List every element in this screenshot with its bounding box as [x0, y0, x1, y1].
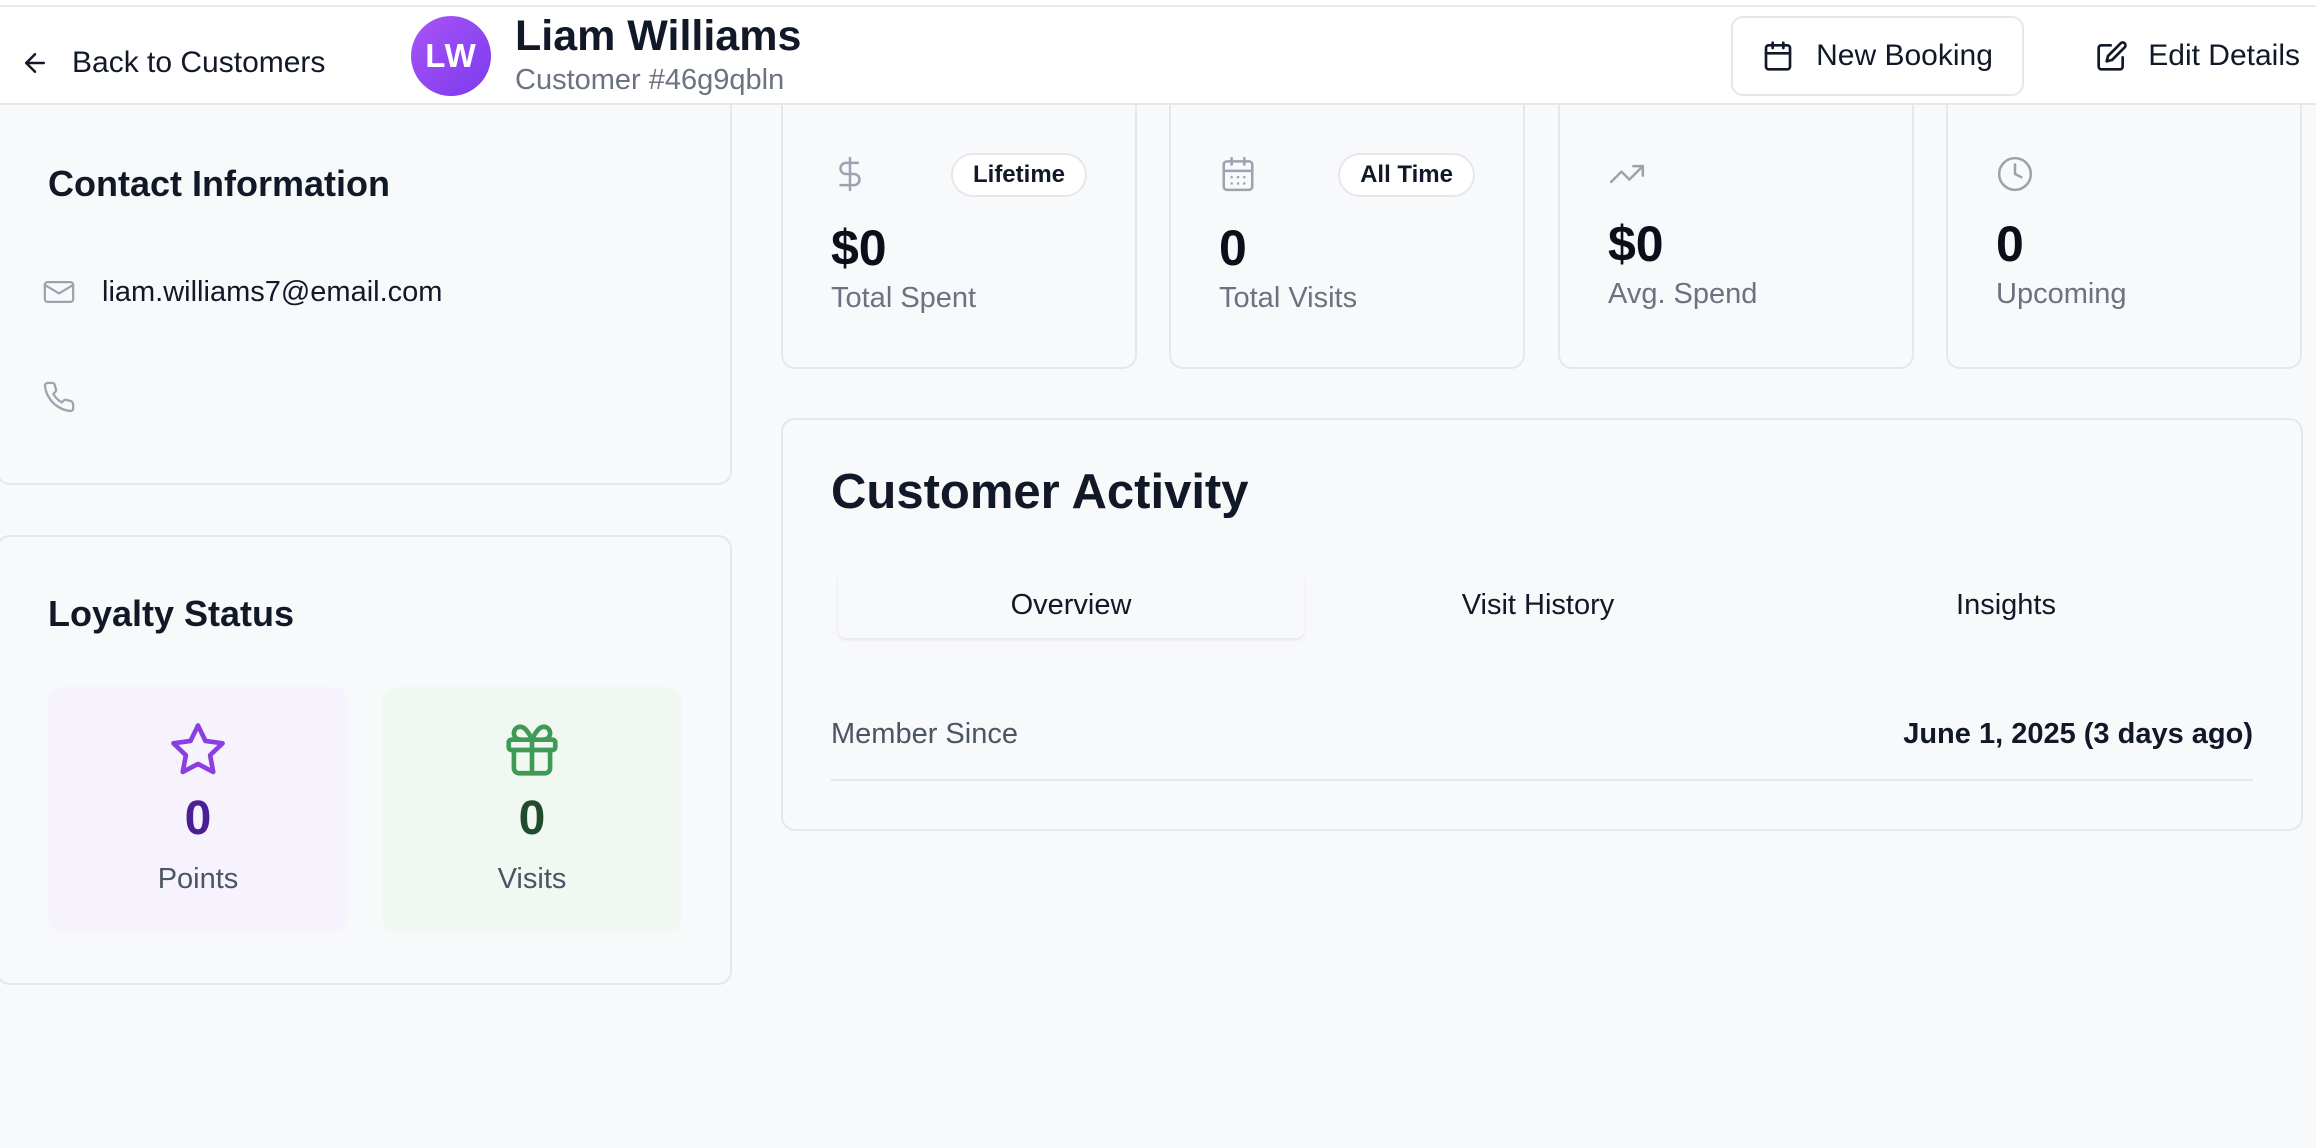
calendar-icon — [1764, 41, 1792, 71]
customer-id: Customer #46g9qbln — [515, 64, 785, 96]
stat-card-upcoming: 0 Upcoming — [1946, 105, 2302, 369]
tab-overview[interactable]: Overview — [838, 572, 1304, 638]
stat-card-avg-spend: $0 Avg. Spend — [1558, 105, 1914, 369]
trending-up-icon — [1609, 164, 1645, 184]
visits-label: Visits — [497, 863, 567, 895]
edit-icon — [2097, 41, 2128, 71]
member-since-value: June 1, 2025 (3 days ago) — [1903, 718, 2253, 750]
stat-badge: Lifetime — [950, 153, 1087, 197]
stat-value: $0 — [831, 220, 887, 276]
stat-label: Total Visits — [1219, 282, 1358, 314]
divider — [831, 779, 2253, 781]
stat-value: 0 — [1219, 220, 1247, 276]
points-label: Points — [157, 863, 239, 895]
contact-phone-row — [42, 380, 102, 414]
calendar-icon — [1222, 156, 1254, 192]
loyalty-status-card: Loyalty Status 0 Points 0 Visits — [0, 535, 732, 985]
loyalty-points-box: 0 Points — [48, 687, 348, 932]
loyalty-visits-box: 0 Visits — [382, 687, 682, 932]
arrow-left-icon — [25, 53, 45, 73]
contact-email-row: liam.williams7@email.com — [42, 275, 442, 309]
clock-icon — [1997, 156, 2033, 192]
stat-label: Total Spent — [831, 282, 977, 314]
customer-activity-card: Customer Activity Overview Visit History… — [781, 418, 2303, 831]
new-booking-button[interactable]: New Booking — [1731, 16, 2024, 96]
gift-icon — [506, 724, 558, 776]
tab-insights[interactable]: Insights — [1773, 572, 2239, 638]
stat-card-total-spent: Lifetime $0 Total Spent — [781, 105, 1137, 369]
stat-label: Avg. Spend — [1608, 278, 1758, 310]
avatar: LW — [411, 16, 491, 96]
edit-details-label: Edit Details — [2148, 39, 2300, 72]
phone-icon — [43, 381, 75, 413]
stat-value: $0 — [1608, 216, 1664, 272]
page-header: Back to Customers LW Liam Williams Custo… — [0, 7, 2316, 105]
loyalty-title: Loyalty Status — [48, 593, 295, 634]
visits-value: 0 — [518, 792, 546, 845]
dollar-icon — [839, 156, 861, 192]
back-label: Back to Customers — [72, 46, 326, 79]
tab-visit-history[interactable]: Visit History — [1305, 572, 1771, 638]
contact-title: Contact Information — [48, 163, 390, 204]
mail-icon — [43, 280, 75, 304]
contact-information-card: Contact Information liam.williams7@email… — [0, 105, 732, 485]
edit-details-button[interactable]: Edit Details — [2055, 16, 2300, 96]
stat-label: Upcoming — [1996, 278, 2127, 310]
new-booking-label: New Booking — [1816, 39, 1993, 72]
points-value: 0 — [184, 792, 212, 845]
customer-name: Liam Williams — [515, 12, 802, 60]
contact-email[interactable]: liam.williams7@email.com — [102, 276, 442, 309]
member-since-label: Member Since — [831, 718, 1018, 750]
avatar-initials: LW — [425, 37, 477, 74]
stat-value: 0 — [1996, 216, 2024, 272]
activity-title: Customer Activity — [831, 465, 1249, 519]
star-icon — [171, 723, 225, 775]
back-to-customers-link[interactable]: Back to Customers — [20, 35, 325, 91]
stat-card-total-visits: All Time 0 Total Visits — [1169, 105, 1525, 369]
window-top-edge — [0, 0, 2316, 7]
stat-badge: All Time — [1338, 153, 1475, 197]
